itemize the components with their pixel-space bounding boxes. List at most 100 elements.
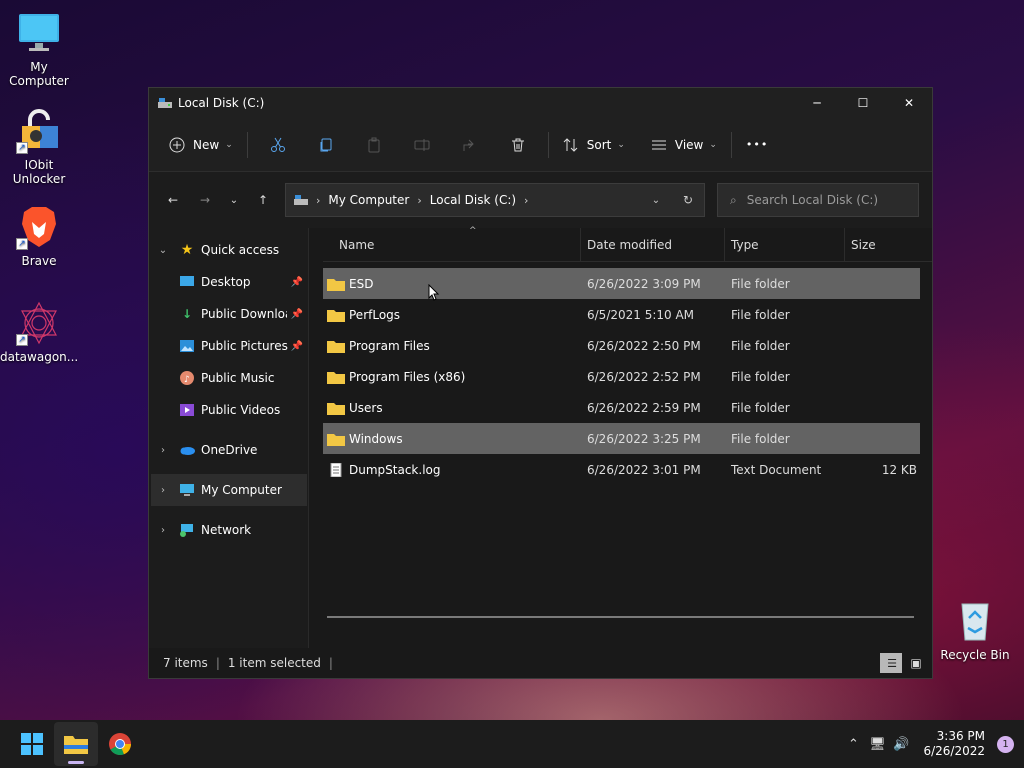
- nav-item-public-downloads[interactable]: ↓ Public Downloads 📌: [149, 298, 309, 330]
- text-file-icon: [330, 462, 342, 477]
- shortcut-arrow-icon: ↗: [16, 238, 28, 250]
- horizontal-scrollbar[interactable]: [327, 616, 914, 618]
- file-row[interactable]: ESD 6/26/2022 3:09 PM File folder: [323, 268, 920, 299]
- up-button[interactable]: ↑: [247, 184, 279, 216]
- copy-icon: [320, 138, 332, 151]
- refresh-button[interactable]: ↻: [672, 193, 704, 207]
- recent-locations-button[interactable]: ⌄: [221, 184, 247, 216]
- chevron-right-icon: ›: [161, 444, 165, 456]
- cut-button[interactable]: [254, 128, 302, 162]
- address-bar[interactable]: › My Computer › Local Disk (C:) › ⌄ ↻: [285, 183, 705, 217]
- taskbar-file-explorer[interactable]: [54, 722, 98, 766]
- nav-item-public-music[interactable]: ♪ Public Music: [149, 362, 309, 394]
- file-row[interactable]: Program Files 6/26/2022 2:50 PM File fold…: [323, 330, 920, 361]
- separator: [246, 131, 248, 158]
- folder-icon: [327, 309, 345, 322]
- file-row[interactable]: Windows 6/26/2022 3:25 PM File folder: [323, 423, 920, 454]
- desktop-icon-recycle-bin[interactable]: Recycle Bin: [936, 598, 1014, 662]
- clock[interactable]: 3:36 PM 6/26/2022: [923, 729, 985, 759]
- large-icons-view-button[interactable]: ▣: [904, 653, 926, 673]
- share-button[interactable]: [446, 128, 494, 162]
- desktop-folder-icon: [179, 274, 195, 290]
- taskbar: ⌃ 🖥 🔊 3:36 PM 6/26/2022 1: [0, 720, 1024, 768]
- show-hidden-icons-button[interactable]: ⌃: [841, 737, 865, 752]
- forward-button[interactable]: →: [189, 184, 221, 216]
- column-header-type[interactable]: Type: [725, 227, 845, 262]
- recycle-bin-icon: [952, 598, 998, 644]
- arrow-left-icon: ←: [167, 193, 179, 207]
- brave-lion-icon: ↗: [16, 204, 62, 250]
- share-icon: [463, 139, 474, 151]
- navigation-pane: ⌄ ★ Quick access Desktop 📌 ↓ Public Down…: [149, 228, 309, 648]
- view-button[interactable]: View ⌄: [643, 128, 725, 162]
- chevron-down-icon: ⌄: [709, 139, 717, 150]
- status-bar: 7 items | 1 item selected | ☰ ▣: [149, 648, 932, 678]
- breadcrumb-chevron-icon: ›: [524, 193, 529, 207]
- drive-icon: [158, 98, 172, 108]
- video-icon: [179, 402, 195, 418]
- desktop-icon-iobit-unlocker[interactable]: ↗ IObit Unlocker: [0, 108, 78, 186]
- folder-icon: [327, 433, 345, 446]
- sort-button[interactable]: Sort ⌄: [555, 128, 633, 162]
- more-dots-icon: •••: [745, 138, 769, 151]
- maximize-button[interactable]: ☐: [840, 88, 886, 118]
- notification-badge[interactable]: 1: [997, 735, 1014, 753]
- volume-icon[interactable]: 🔊: [889, 737, 913, 752]
- more-options-button[interactable]: •••: [738, 128, 776, 162]
- clock-time: 3:36 PM: [936, 729, 985, 743]
- file-row[interactable]: Users 6/26/2022 2:59 PM File folder: [323, 392, 920, 423]
- details-view-button[interactable]: ☰: [880, 653, 902, 673]
- copy-button[interactable]: [302, 128, 350, 162]
- download-icon: ↓: [181, 307, 193, 321]
- column-headers: ^ Name Date modified Type Size: [323, 226, 932, 262]
- nav-item-onedrive[interactable]: › OneDrive: [149, 434, 309, 466]
- minimize-button[interactable]: ─: [794, 88, 840, 118]
- file-list: ^ Name Date modified Type Size ESD 6/26/…: [309, 226, 932, 648]
- desktop-icon-datawagon[interactable]: ↗ datawagon...: [0, 300, 78, 364]
- title-bar[interactable]: Local Disk (C:) ─ ☐ ✕: [149, 88, 932, 118]
- new-button[interactable]: New ⌄: [161, 128, 241, 162]
- file-row[interactable]: Program Files (x86) 6/26/2022 2:52 PM Fil…: [323, 361, 920, 392]
- unlocker-icon: ↗: [16, 108, 62, 154]
- back-button[interactable]: ←: [157, 184, 189, 216]
- desktop-icon-brave[interactable]: ↗ Brave: [0, 204, 78, 268]
- delete-button[interactable]: [494, 128, 542, 162]
- pin-icon[interactable]: 📌: [291, 341, 303, 352]
- search-input[interactable]: ⌕ Search Local Disk (C:): [717, 183, 919, 217]
- nav-item-network[interactable]: › Network: [149, 514, 309, 546]
- chevron-down-icon: ⌄: [225, 139, 233, 150]
- selection-count: 1 item selected: [227, 656, 321, 670]
- nav-item-quick-access[interactable]: ⌄ ★ Quick access: [149, 234, 309, 266]
- breadcrumb-my-computer[interactable]: My Computer: [328, 193, 409, 207]
- column-header-size[interactable]: Size: [845, 228, 925, 262]
- tiles-view-icon: ▣: [910, 656, 922, 670]
- sort-arrows-icon: [563, 137, 578, 152]
- column-header-date[interactable]: Date modified: [581, 227, 725, 262]
- pin-icon[interactable]: 📌: [291, 277, 303, 288]
- search-icon: ⌕: [730, 192, 737, 207]
- paste-button[interactable]: [350, 128, 398, 162]
- monitor-icon: [16, 10, 62, 56]
- nav-item-public-pictures[interactable]: Public Pictures 📌: [149, 330, 309, 362]
- rename-button[interactable]: [398, 128, 446, 162]
- drive-icon: [294, 195, 308, 205]
- nav-item-desktop[interactable]: Desktop 📌: [149, 266, 309, 298]
- pin-icon[interactable]: 📌: [291, 309, 303, 320]
- breadcrumb-local-disk[interactable]: Local Disk (C:): [430, 193, 516, 207]
- nav-item-my-computer[interactable]: › My Computer: [151, 474, 307, 506]
- chrome-icon: [109, 733, 132, 756]
- desktop-icon-my-computer[interactable]: My Computer: [0, 10, 78, 88]
- file-row[interactable]: PerfLogs 6/5/2021 5:10 AM File folder: [323, 299, 920, 330]
- desktop-icon-label: Brave: [21, 254, 57, 268]
- file-row[interactable]: DumpStack.log 6/26/2022 3:01 PM Text Docu…: [323, 454, 920, 485]
- nav-item-public-videos[interactable]: Public Videos: [149, 394, 309, 426]
- network-status-icon[interactable]: 🖥: [865, 737, 889, 752]
- breadcrumb-chevron-icon: ›: [417, 193, 422, 207]
- chevron-down-icon: ⌄: [229, 194, 239, 206]
- close-button[interactable]: ✕: [886, 88, 932, 118]
- start-button[interactable]: [10, 722, 54, 766]
- address-history-dropdown[interactable]: ⌄: [640, 195, 672, 206]
- column-header-name[interactable]: Name: [323, 227, 581, 262]
- windows-logo-icon: [21, 733, 43, 755]
- taskbar-chrome[interactable]: [98, 722, 142, 766]
